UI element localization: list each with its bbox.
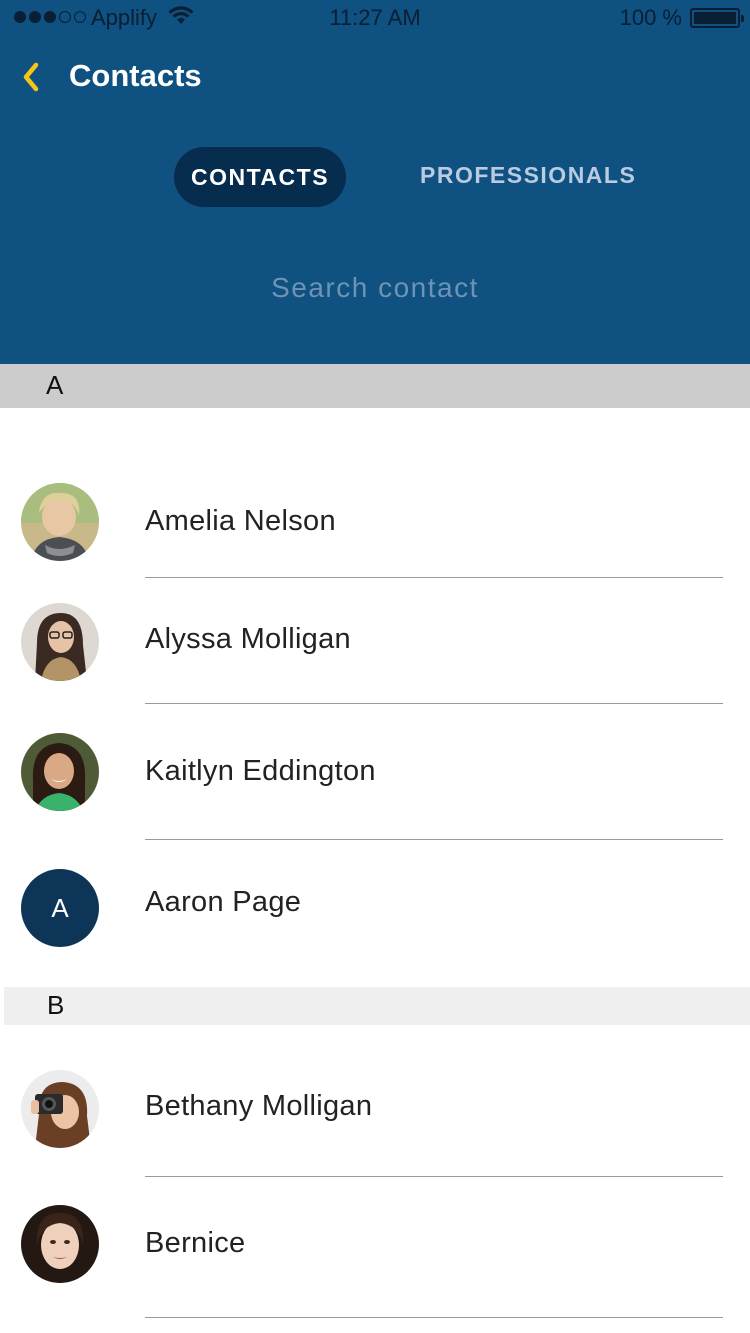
tab-professionals[interactable]: PROFESSIONALS <box>420 147 636 207</box>
battery-percentage: 100 % <box>619 5 682 30</box>
header: Applify 11:27 AM 100 % Contacts CONTACTS… <box>0 0 750 364</box>
contact-name: Kaitlyn Eddington <box>145 755 376 787</box>
contact-row-aaron-page[interactable]: A Aaron Page <box>0 840 750 987</box>
avatar-photo <box>21 603 99 681</box>
contact-row-kaitlyn-eddington[interactable]: Kaitlyn Eddington <box>0 704 750 840</box>
contact-row-bernice[interactable]: Bernice <box>0 1177 750 1319</box>
avatar-photo <box>21 1070 99 1148</box>
contact-row-bethany-molligan[interactable]: Bethany Molligan <box>0 1025 750 1177</box>
avatar <box>21 483 99 561</box>
avatar <box>21 1070 99 1148</box>
contact-row-amelia-nelson[interactable]: Amelia Nelson <box>0 470 750 578</box>
avatar-photo <box>21 733 99 811</box>
contact-name: Amelia Nelson <box>145 505 336 537</box>
search-input[interactable] <box>175 263 575 313</box>
avatar <box>21 603 99 681</box>
battery-icon <box>690 8 744 28</box>
contact-name: Aaron Page <box>145 886 302 918</box>
avatar-photo <box>21 1205 99 1283</box>
segmented-tabs: CONTACTS PROFESSIONALS <box>0 147 750 207</box>
chevron-left-icon[interactable] <box>18 60 48 94</box>
contact-name: Bernice <box>145 1227 246 1259</box>
contact-row-alyssa-molligan[interactable]: Alyssa Molligan <box>0 578 750 704</box>
avatar-initial: A <box>21 869 99 947</box>
avatar-photo <box>21 483 99 561</box>
avatar <box>21 733 99 811</box>
contact-name: Bethany Molligan <box>145 1090 373 1122</box>
section-letter: A <box>46 370 64 400</box>
nav-bar: Contacts <box>0 48 750 104</box>
page-title: Contacts <box>69 58 202 93</box>
section-letter: B <box>47 990 65 1020</box>
section-header-a: A <box>0 364 750 408</box>
section-header-b: B <box>4 987 750 1025</box>
status-bar: Applify 11:27 AM 100 % <box>0 0 750 36</box>
avatar <box>21 1205 99 1283</box>
tab-contacts[interactable]: CONTACTS <box>174 147 346 207</box>
contact-name: Alyssa Molligan <box>145 623 351 655</box>
row-divider <box>145 1317 723 1318</box>
